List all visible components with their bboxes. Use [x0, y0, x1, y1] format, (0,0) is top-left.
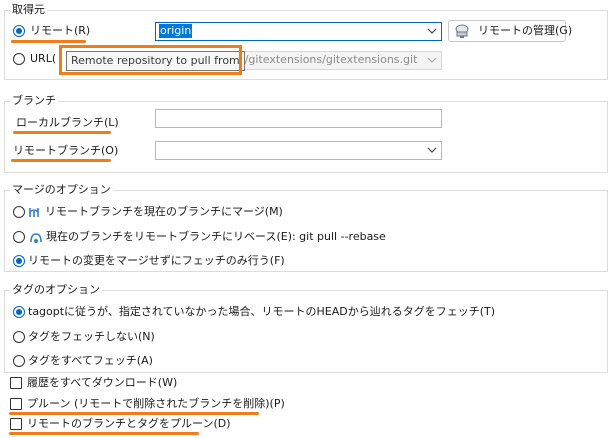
prune-tags-label[interactable]: リモートのブランチとタグをプルーン(D) — [27, 417, 231, 431]
remote-radio[interactable] — [13, 25, 25, 37]
remote-branch-select[interactable] — [155, 141, 442, 160]
prune-checkbox[interactable] — [10, 398, 22, 410]
local-branch-label: ローカルブランチ(L) — [16, 116, 119, 129]
prune-highlight — [9, 412, 259, 415]
prune-tags-checkbox[interactable] — [10, 418, 22, 430]
local-branch-highlight — [13, 131, 111, 134]
fetch-only-radio[interactable] — [13, 255, 25, 267]
chevron-down-icon — [427, 28, 437, 34]
manage-remotes-label: リモートの管理(G) — [478, 24, 573, 37]
tagopt-radio[interactable] — [13, 306, 25, 318]
remote-label-highlight — [11, 40, 86, 43]
no-tags-option-label[interactable]: タグをフェッチしない(N) — [28, 330, 155, 344]
all-tags-option-label[interactable]: タグをすべてフェッチ(A) — [28, 354, 153, 368]
tagopt-option-label[interactable]: tagoptに従うが、指定されていなかった場合、リモートのHEADから辿れるタグ… — [28, 305, 495, 319]
merge-option-label[interactable]: リモートブランチを現在のブランチにマージ(M) — [45, 205, 283, 219]
no-tags-radio[interactable] — [13, 331, 25, 343]
chevron-down-icon — [427, 57, 437, 63]
url-input-value: m/gitextensions/gitextensions.git — [234, 53, 418, 66]
remote-server-icon — [455, 24, 469, 38]
tags-group-title: タグのオプション — [10, 283, 102, 296]
rebase-radio[interactable] — [13, 231, 25, 243]
tooltip-highlight — [59, 45, 242, 75]
remote-select[interactable]: origin — [155, 22, 442, 41]
rebase-icon — [30, 233, 42, 243]
merge-radio[interactable] — [13, 206, 25, 218]
all-tags-radio[interactable] — [13, 355, 25, 367]
merge-group-title: マージのオプション — [10, 183, 113, 196]
remote-branch-label: リモートブランチ(O) — [13, 144, 119, 157]
chevron-down-icon — [427, 147, 437, 153]
remote-branch-highlight — [11, 159, 111, 162]
prune-label[interactable]: プルーン (リモートで削除されたブランチを削除)(P) — [27, 397, 285, 411]
manage-remotes-button[interactable]: リモートの管理(G) — [448, 20, 572, 42]
branch-group-title: ブランチ — [10, 94, 58, 107]
rebase-option-label[interactable]: 現在のブランチをリモートブランチにリベース(E): git pull --reb… — [46, 230, 386, 244]
local-branch-input[interactable] — [155, 109, 442, 128]
source-group-title: 取得元 — [10, 3, 47, 16]
full-history-checkbox[interactable] — [10, 377, 22, 389]
prune-tags-highlight — [9, 432, 199, 435]
merge-icon — [29, 208, 39, 217]
url-radio[interactable] — [13, 53, 25, 65]
full-history-label[interactable]: 履歴をすべてダウンロード(W) — [27, 376, 177, 390]
url-radio-label[interactable]: URL( — [30, 52, 56, 66]
remote-select-value: origin — [159, 24, 193, 38]
remote-radio-label[interactable]: リモート(R) — [30, 24, 90, 38]
fetch-only-option-label[interactable]: リモートの変更をマージせずにフェッチのみ行う(F) — [28, 254, 285, 268]
